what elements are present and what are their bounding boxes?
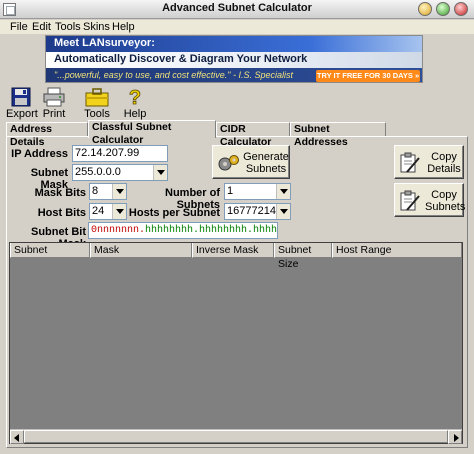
print-label: Print bbox=[42, 108, 66, 120]
copy-details-button[interactable]: Copy Details bbox=[394, 145, 464, 179]
banner-quote: "...powerful, easy to use, and cost effe… bbox=[54, 70, 294, 80]
export-label: Export bbox=[6, 108, 38, 120]
horizontal-scrollbar[interactable] bbox=[10, 429, 462, 444]
menu-help[interactable]: Help bbox=[112, 21, 135, 33]
chevron-down-icon[interactable] bbox=[276, 204, 290, 219]
generate-line2: Subnets bbox=[245, 163, 287, 175]
subnet-mask-value: 255.0.0.0 bbox=[75, 166, 121, 178]
banner-quote-strip: "...powerful, easy to use, and cost effe… bbox=[46, 68, 422, 82]
tab-cidr-calculator[interactable]: CIDR Calculator bbox=[216, 122, 290, 148]
window-title: Advanced Subnet Calculator bbox=[162, 2, 312, 14]
ip-address-label: IP Address bbox=[11, 148, 68, 160]
number-of-subnets-value: 1 bbox=[227, 185, 234, 197]
copy-details-line1: Copy bbox=[431, 151, 457, 163]
mask-bits-value: 8 bbox=[92, 185, 99, 197]
copy-subnets-button[interactable]: Copy Subnets bbox=[394, 183, 466, 217]
clipboard-pen-icon bbox=[400, 190, 420, 211]
column-header-inverse-mask[interactable]: Inverse Mask bbox=[192, 243, 274, 258]
banner-cta-button[interactable]: TRY IT FREE FOR 30 DAYS » bbox=[316, 70, 420, 82]
banner-headline-strip: Meet LANsurveyor: bbox=[46, 36, 422, 52]
menu-file[interactable]: File bbox=[10, 21, 28, 33]
chevron-down-icon[interactable] bbox=[276, 184, 290, 199]
column-header-mask[interactable]: Mask bbox=[90, 243, 192, 258]
subnet-bit-mask-display: 0nnnnnnn.hhhhhhhh.hhhhhhhh.hhhhhhhh bbox=[88, 222, 278, 239]
mask-bits-label: Mask Bits bbox=[34, 187, 86, 199]
host-bits-label: Host Bits bbox=[37, 207, 86, 219]
tab-subnet-addresses[interactable]: Subnet Addresses bbox=[290, 122, 386, 148]
help-button[interactable]: ? Help bbox=[122, 87, 148, 120]
menu-skins[interactable]: Skins bbox=[83, 21, 110, 33]
hosts-per-subnet-value: 16777214 bbox=[227, 205, 276, 217]
banner-tagline-strip: Automatically Discover & Diagram Your Ne… bbox=[46, 52, 422, 68]
print-button[interactable]: Print bbox=[40, 87, 68, 120]
copy-details-line2: Details bbox=[427, 163, 461, 175]
grid-header: Subnet Mask Inverse Mask Subnet Size Hos… bbox=[10, 243, 462, 270]
tab-address-details[interactable]: Address Details bbox=[6, 122, 88, 148]
tools-label: Tools bbox=[84, 108, 110, 120]
copy-subnets-line1: Copy bbox=[431, 189, 457, 201]
tab-classful-subnet-calculator[interactable]: Classful Subnet Calculator bbox=[88, 120, 216, 146]
banner-headline: Meet LANsurveyor: bbox=[54, 37, 155, 49]
title-bar[interactable]: Advanced Subnet Calculator bbox=[0, 0, 474, 19]
host-bits-select[interactable]: 24 bbox=[89, 203, 127, 220]
copy-subnets-line2: Subnets bbox=[425, 201, 466, 213]
printer-icon bbox=[43, 87, 65, 107]
generate-subnets-button[interactable]: Generate Subnets bbox=[212, 145, 290, 179]
scroll-right-button[interactable] bbox=[448, 430, 462, 444]
tab-strip: Address Details Classful Subnet Calculat… bbox=[6, 120, 468, 148]
column-header-subnet[interactable]: Subnet bbox=[10, 243, 90, 258]
bitmask-host-bits: hhhhhhhh.hhhhhhhh.hhhhhhhh bbox=[145, 225, 278, 236]
tools-button[interactable]: Tools bbox=[80, 87, 114, 120]
help-label: Help bbox=[123, 108, 147, 120]
export-button[interactable]: Export bbox=[6, 87, 38, 120]
menu-bar: File Edit Tools Skins Help bbox=[0, 20, 474, 34]
gears-icon bbox=[218, 155, 239, 171]
banner-tagline: Automatically Discover & Diagram Your Ne… bbox=[54, 53, 308, 65]
mask-bits-select[interactable]: 8 bbox=[89, 183, 127, 200]
toolbox-icon bbox=[85, 88, 109, 107]
column-header-subnet-size[interactable]: Subnet Size bbox=[274, 243, 332, 270]
clipboard-pen-icon bbox=[400, 152, 420, 173]
ip-address-input[interactable]: 72.14.207.99 bbox=[72, 145, 168, 162]
close-button[interactable] bbox=[454, 2, 468, 16]
generate-line1: Generate bbox=[243, 151, 289, 163]
scroll-left-button[interactable] bbox=[10, 430, 24, 444]
hosts-per-subnet-select[interactable]: 16777214 bbox=[224, 203, 291, 220]
minimize-button[interactable] bbox=[418, 2, 432, 16]
subnet-mask-select[interactable]: 255.0.0.0 bbox=[72, 164, 168, 181]
maximize-button[interactable] bbox=[436, 2, 450, 16]
svg-text:?: ? bbox=[129, 87, 141, 107]
number-of-subnets-select[interactable]: 1 bbox=[224, 183, 291, 200]
ad-banner[interactable]: Meet LANsurveyor: Automatically Discover… bbox=[45, 35, 423, 83]
chevron-down-icon[interactable] bbox=[112, 184, 126, 199]
chevron-down-icon[interactable] bbox=[112, 204, 126, 219]
menu-tools[interactable]: Tools bbox=[55, 21, 81, 33]
chevron-down-icon[interactable] bbox=[153, 165, 167, 180]
question-mark-icon: ? bbox=[128, 87, 141, 107]
hosts-per-subnet-label: Hosts per Subnet bbox=[128, 207, 220, 219]
menu-edit[interactable]: Edit bbox=[32, 21, 51, 33]
scroll-thumb[interactable] bbox=[24, 430, 448, 443]
subnet-results-grid[interactable]: Subnet Mask Inverse Mask Subnet Size Hos… bbox=[9, 242, 463, 444]
host-bits-value: 24 bbox=[92, 205, 105, 217]
column-header-host-range[interactable]: Host Range bbox=[332, 243, 462, 258]
bitmask-network-bits: 0nnnnnnn. bbox=[91, 225, 146, 236]
floppy-disk-icon bbox=[11, 87, 31, 107]
